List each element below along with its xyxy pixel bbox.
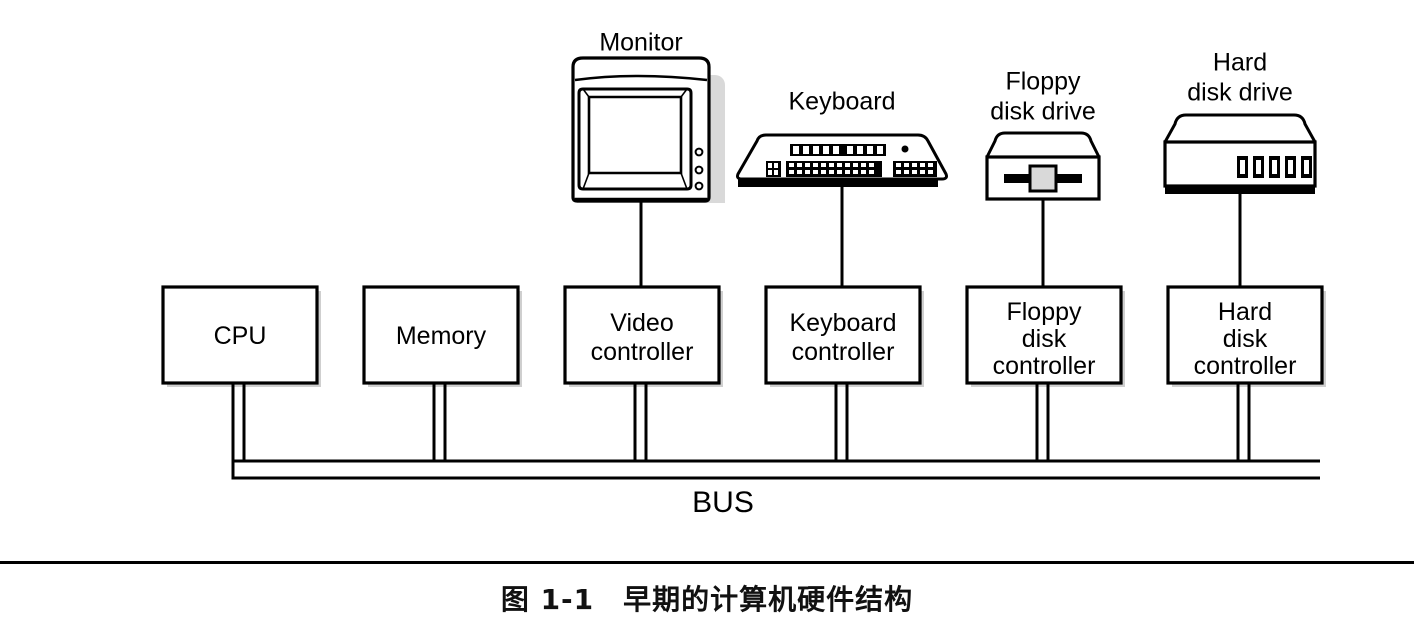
component-box-keyboard-controller-line1: Keyboard <box>789 309 896 337</box>
device-label-harddisk-line2: disk drive <box>1187 79 1293 107</box>
component-box-floppy-controller-line1: Floppy <box>1006 298 1082 326</box>
bus-label: BUS <box>692 486 754 519</box>
component-box-video-controller-line1: Video <box>610 309 674 337</box>
component-box-harddisk-controller-line3: controller <box>1194 352 1297 380</box>
hardware-architecture-diagram: Monitor Keyboard Floppy disk drive Hard … <box>161 29 1326 519</box>
crt-monitor-icon <box>571 56 725 203</box>
device-label-floppy-line2: disk drive <box>990 98 1096 126</box>
component-box-video-controller-line2: controller <box>591 338 694 366</box>
floppy-disk-drive-icon <box>985 131 1101 201</box>
keyboard-icon <box>736 133 948 187</box>
component-box-harddisk-controller: Hard disk controller <box>1166 285 1326 387</box>
bus-connection-harddisk-controller <box>1236 383 1251 461</box>
bus-connection-floppy-controller <box>1035 383 1050 461</box>
figure-canvas: Monitor Keyboard Floppy disk drive Hard … <box>0 0 1414 628</box>
figure-caption: 图 1-1 早期的计算机硬件结构 <box>500 583 914 616</box>
component-box-keyboard-controller: Keyboard controller <box>764 285 924 387</box>
component-box-harddisk-controller-line1: Hard <box>1218 298 1272 326</box>
component-box-video-controller: Video controller <box>563 285 723 387</box>
bus-connection-cpu <box>231 383 1320 480</box>
component-box-cpu: CPU <box>161 285 321 387</box>
device-label-harddisk-line1: Hard <box>1213 49 1267 77</box>
component-box-floppy-controller-line3: controller <box>993 352 1096 380</box>
component-box-memory: Memory <box>362 285 522 387</box>
bus-connection-keyboard-controller <box>834 383 849 461</box>
system-bus <box>232 459 1320 480</box>
component-box-keyboard-controller-line2: controller <box>792 338 895 366</box>
caption-divider-rule <box>0 561 1414 564</box>
hard-disk-drive-icon <box>1163 113 1317 194</box>
bus-connection-video-controller <box>633 383 648 461</box>
component-box-harddisk-controller-line2: disk <box>1223 325 1268 353</box>
device-label-monitor: Monitor <box>599 29 682 57</box>
component-box-cpu-line1: CPU <box>214 322 267 350</box>
device-label-keyboard: Keyboard <box>788 88 895 116</box>
bus-connection-memory <box>432 383 447 461</box>
component-box-memory-line1: Memory <box>396 322 487 350</box>
component-box-floppy-controller-line2: disk <box>1022 325 1067 353</box>
component-box-floppy-controller: Floppy disk controller <box>965 285 1125 387</box>
device-label-floppy-line1: Floppy <box>1005 68 1081 96</box>
